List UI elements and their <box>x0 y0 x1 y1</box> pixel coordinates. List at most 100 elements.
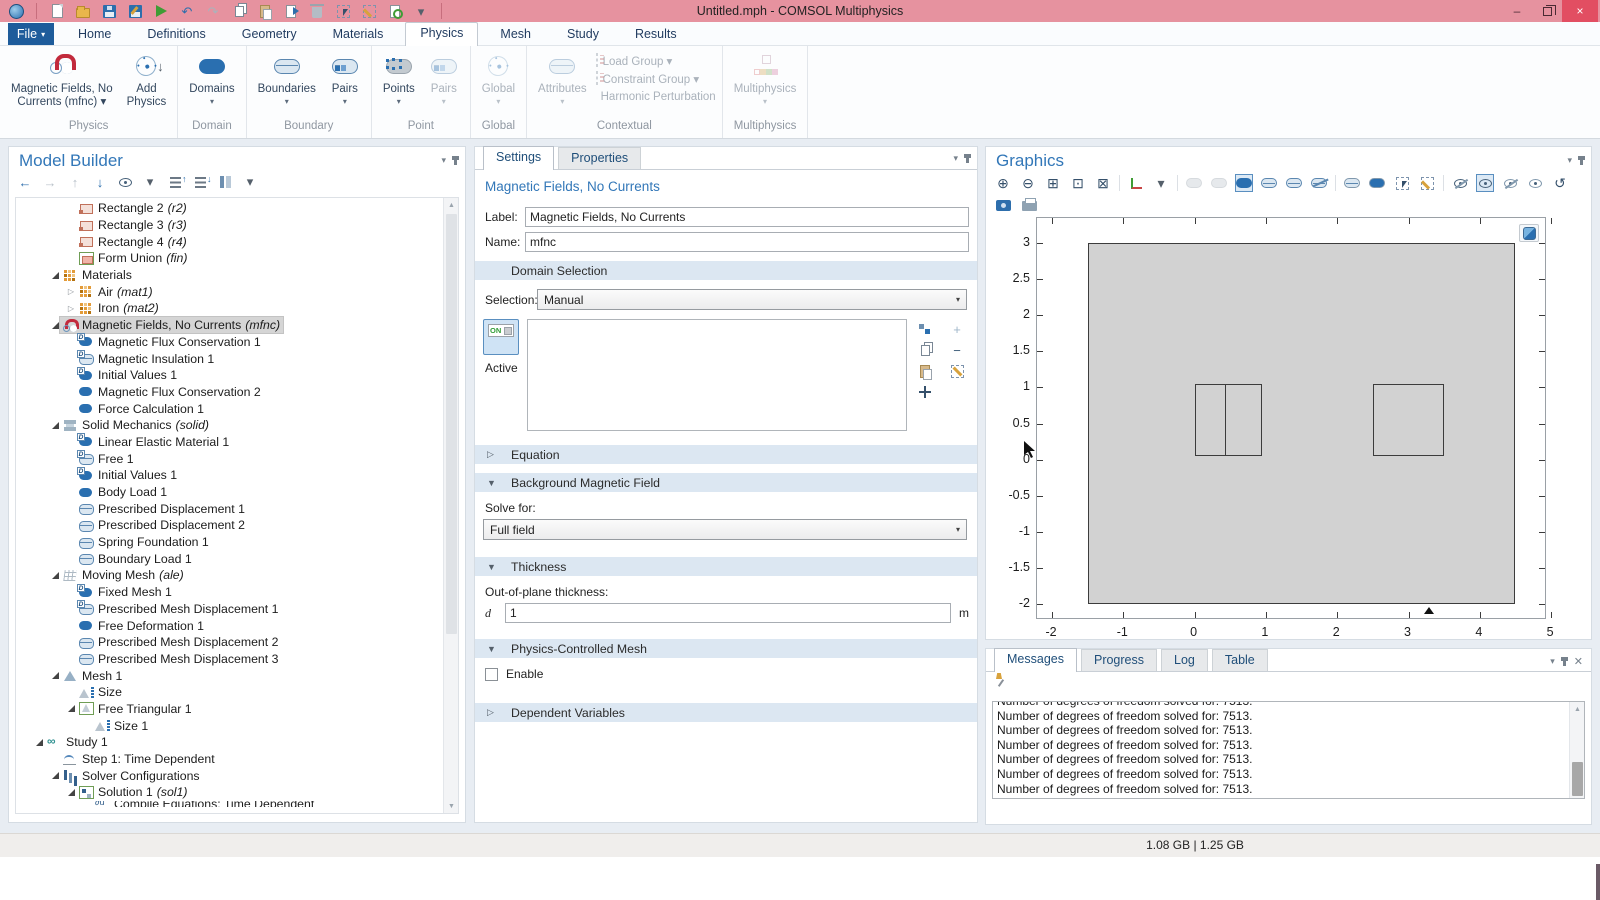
tab-settings[interactable]: Settings <box>483 146 554 170</box>
collapse-icon[interactable] <box>50 422 60 429</box>
selection-dropdown[interactable]: Manual ▾ <box>537 289 967 310</box>
global-button[interactable]: Global▾ <box>477 48 520 106</box>
section-background-magnetic-field[interactable]: ▼ Background Magnetic Field <box>475 473 977 492</box>
tree-item[interactable]: Body Load 1 <box>16 484 442 501</box>
geometry-outer-rect[interactable] <box>1088 243 1516 604</box>
panel-menu-icon[interactable]: ▾ <box>953 153 958 164</box>
ribbon-tab-geometry[interactable]: Geometry <box>228 24 311 45</box>
columns-icon[interactable] <box>217 174 233 190</box>
pin-icon[interactable] <box>966 155 969 163</box>
close-button[interactable]: × <box>1562 0 1598 22</box>
orientation-axes-icon[interactable] <box>1127 174 1145 192</box>
points-button[interactable]: Points▾ <box>378 48 420 106</box>
snapshot-icon[interactable] <box>994 195 1012 213</box>
multiphysics-button[interactable]: Multiphysics▾ <box>729 48 802 106</box>
tree-item[interactable]: Solution 1(sol1) <box>16 784 442 801</box>
minimize-button[interactable]: – <box>1502 0 1532 22</box>
tree-item[interactable]: DInitial Values 1 <box>16 467 442 484</box>
deselect-icon[interactable] <box>1310 174 1328 192</box>
tree-item[interactable]: Compile Equations: Time Dependent <box>16 801 442 807</box>
tree-item[interactable]: Rectangle 3(r3) <box>16 217 442 234</box>
file-menu-button[interactable]: File▾ <box>8 23 54 45</box>
tree-item[interactable]: ▷Iron(mat2) <box>16 300 442 317</box>
select-box-icon[interactable] <box>1343 174 1361 192</box>
new-file-icon[interactable] <box>49 3 65 19</box>
tab-table[interactable]: Table <box>1212 649 1268 671</box>
select-domains-icon[interactable] <box>1235 174 1253 192</box>
add-physics-button[interactable]: AddPhysics <box>122 48 172 109</box>
ribbon-tab-study[interactable]: Study <box>553 24 613 45</box>
show-icon[interactable] <box>117 174 133 190</box>
tree-item[interactable]: Solver Configurations <box>16 767 442 784</box>
collapse-icon[interactable] <box>66 705 76 712</box>
close-icon[interactable]: ✕ <box>1574 655 1583 668</box>
tree-item[interactable]: DMagnetic Flux Conservation 1 <box>16 334 442 351</box>
scroll-down-icon[interactable]: ▼ <box>444 799 459 813</box>
comsol-logo-icon[interactable] <box>8 3 24 19</box>
collapse-icon[interactable] <box>50 572 60 579</box>
tree-item[interactable]: Rectangle 2(r2) <box>16 200 442 217</box>
tree-item[interactable]: DPrescribed Mesh Displacement 1 <box>16 601 442 618</box>
domains-button[interactable]: Domains▾ <box>184 48 239 106</box>
section-equation[interactable]: ▷ Equation <box>475 445 977 464</box>
pin-icon[interactable] <box>454 157 457 165</box>
boundaries-button[interactable]: Boundaries▾ <box>253 48 321 106</box>
panel-menu-icon[interactable]: ▾ <box>1550 656 1555 667</box>
messages-scrollbar[interactable]: ▲ <box>1569 702 1584 798</box>
remove-from-selection-icon[interactable]: − <box>949 342 965 358</box>
constraint-group-item[interactable]: Constraint Group ▾ <box>596 72 716 86</box>
thickness-input[interactable]: 1 <box>505 603 951 623</box>
tree-item[interactable]: Free Triangular 1 <box>16 701 442 718</box>
find-dropdown-icon[interactable]: ▾ <box>413 3 429 19</box>
active-toggle-button[interactable]: ON <box>483 319 519 355</box>
point-pairs-button[interactable]: Pairs▾ <box>424 48 464 106</box>
expand-all-icon[interactable] <box>192 174 208 190</box>
tree-item[interactable]: DInitial Values 1 <box>16 367 442 384</box>
select-boundaries-icon[interactable] <box>1260 174 1278 192</box>
zoom-extents-icon[interactable]: ⊡ <box>1069 174 1087 192</box>
magnetic-fields-no-currents-button[interactable]: Magnetic Fields, NoCurrents (mfnc) ▾ <box>6 48 118 109</box>
copy-icon[interactable] <box>231 3 247 19</box>
clear-selection-icon[interactable] <box>949 363 965 379</box>
scroll-up-icon[interactable]: ▲ <box>444 198 459 212</box>
view-hidden-icon[interactable] <box>1501 174 1519 192</box>
tree-item[interactable]: Form Union(fin) <box>16 250 442 267</box>
find-icon[interactable] <box>387 3 403 19</box>
section-thickness[interactable]: ▼ Thickness <box>475 557 977 576</box>
show-selected-icon[interactable] <box>1526 174 1544 192</box>
tree-item[interactable]: Prescribed Mesh Displacement 3 <box>16 651 442 668</box>
tree-item[interactable]: Prescribed Displacement 2 <box>16 517 442 534</box>
show-caret-icon[interactable]: ▾ <box>142 174 158 190</box>
tree-item[interactable]: DFixed Mesh 1 <box>16 584 442 601</box>
save-icon[interactable] <box>101 3 117 19</box>
zoom-in-icon[interactable]: ⊕ <box>994 174 1012 192</box>
tree-scrollbar[interactable]: ▲ ▼ <box>443 198 458 813</box>
pin-icon[interactable] <box>1563 658 1566 666</box>
section-physics-controlled-mesh[interactable]: ▼ Physics-Controlled Mesh <box>475 639 977 658</box>
load-group-item[interactable]: Load Group ▾ <box>596 54 716 68</box>
paste-icon[interactable] <box>257 3 273 19</box>
tree-item[interactable]: Rectangle 4(r4) <box>16 233 442 250</box>
tree-item[interactable]: Size <box>16 684 442 701</box>
selection-listbox[interactable] <box>527 319 907 431</box>
enable-checkbox[interactable] <box>485 668 498 681</box>
duplicate-icon[interactable] <box>283 3 299 19</box>
collapse-icon[interactable] <box>50 772 60 779</box>
zoom-selected-icon[interactable] <box>1393 174 1411 192</box>
scrollbar-thumb[interactable] <box>1572 762 1583 796</box>
collapse-icon[interactable] <box>34 739 44 746</box>
panel-menu-icon[interactable]: ▾ <box>441 155 446 166</box>
tree-item[interactable]: ▷Air(mat1) <box>16 283 442 300</box>
restore-button[interactable] <box>1532 0 1562 22</box>
tab-progress[interactable]: Progress <box>1081 649 1157 671</box>
collapse-icon[interactable] <box>50 272 60 279</box>
tree-item[interactable]: Step 1: Time Dependent <box>16 751 442 768</box>
tree-item[interactable]: Prescribed Displacement 1 <box>16 500 442 517</box>
collapse-icon[interactable] <box>50 322 60 329</box>
tree-item[interactable]: Prescribed Mesh Displacement 2 <box>16 634 442 651</box>
name-input[interactable]: mfnc <box>525 232 969 252</box>
solve-for-dropdown[interactable]: Full field ▾ <box>483 519 967 540</box>
tree-item[interactable]: Free Deformation 1 <box>16 617 442 634</box>
tree-item[interactable]: Magnetic Flux Conservation 2 <box>16 384 442 401</box>
geometry-left-rect[interactable] <box>1195 384 1263 456</box>
